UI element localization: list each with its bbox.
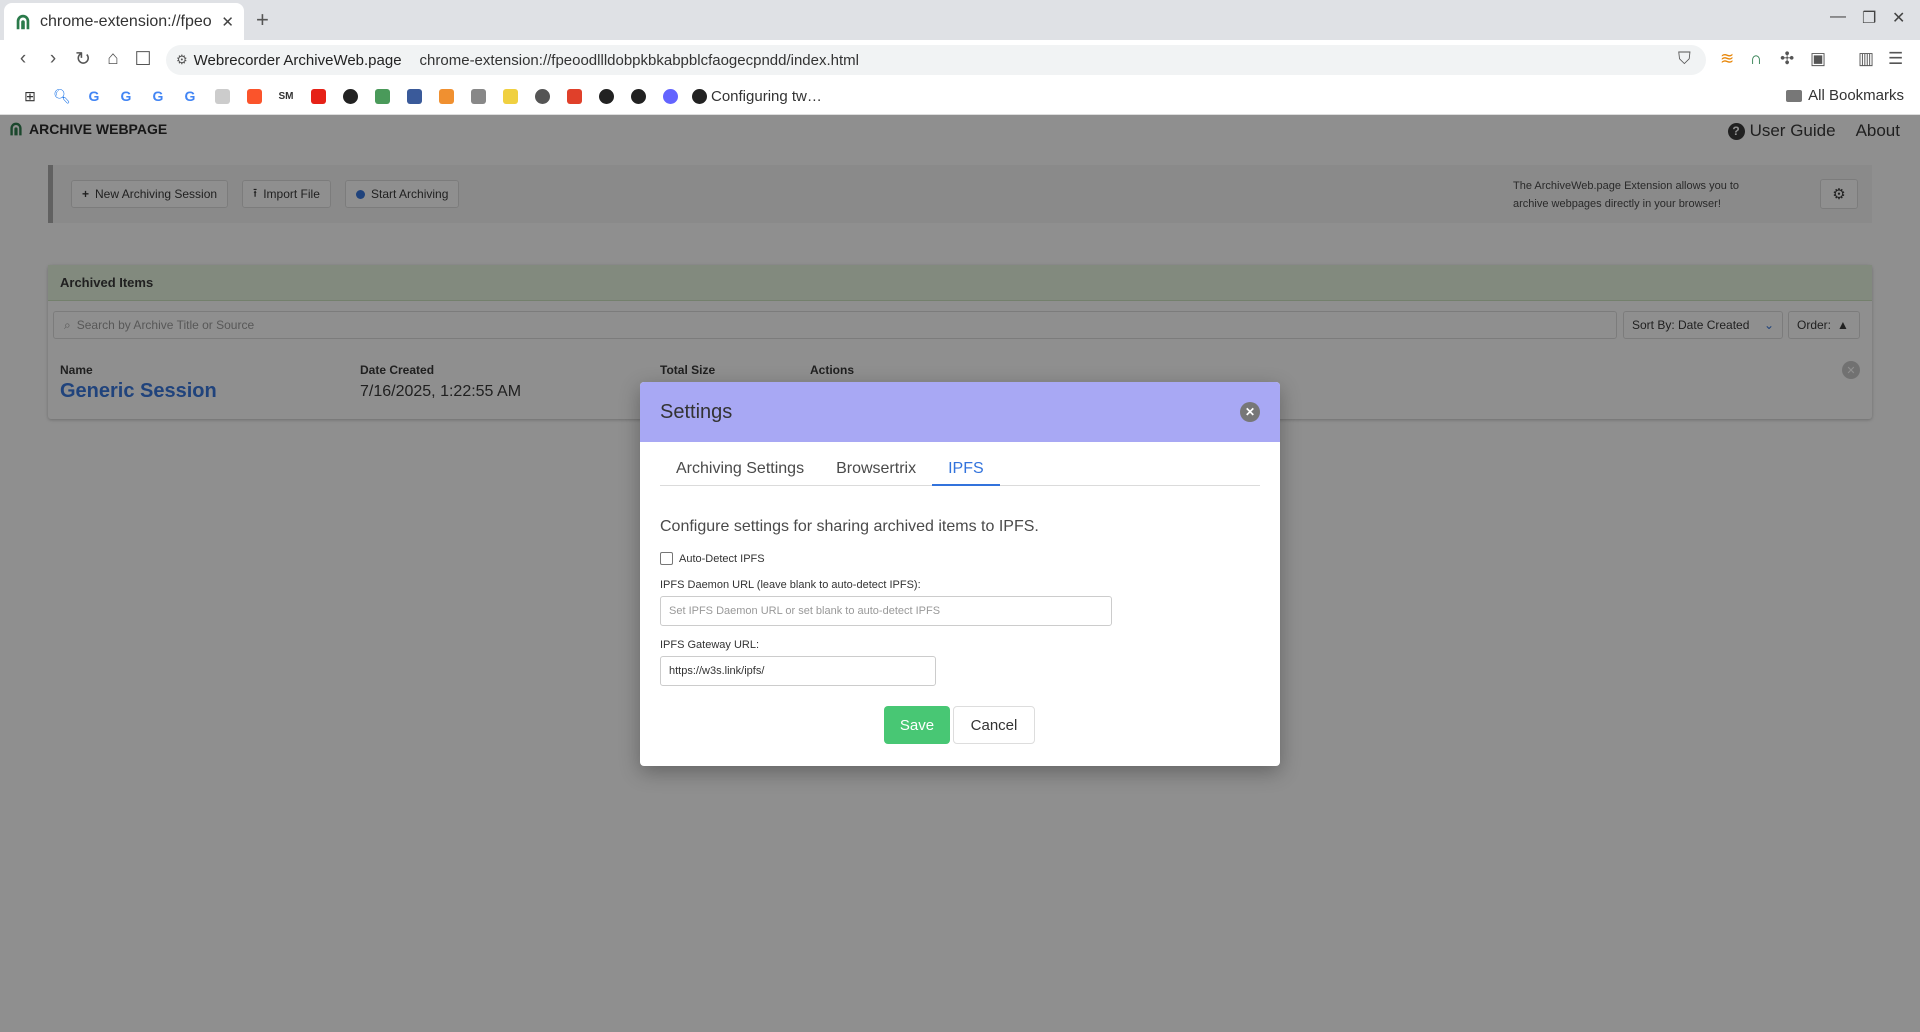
extension-site-icon: ⚙: [176, 52, 188, 67]
cancel-button[interactable]: Cancel: [953, 706, 1035, 744]
bookmark-doc-icon[interactable]: [206, 86, 238, 106]
bookmark-bot-icon[interactable]: [366, 86, 398, 106]
bookmark-google-icon[interactable]: G: [78, 86, 110, 106]
rss-icon[interactable]: ≋: [1720, 49, 1734, 69]
close-tab-icon[interactable]: ✕: [221, 13, 234, 31]
modal-header: Settings ✕: [640, 382, 1280, 442]
back-icon[interactable]: ‹: [8, 48, 38, 70]
auto-detect-label[interactable]: Auto-Detect IPFS: [679, 553, 765, 565]
apps-grid-icon[interactable]: ⊞: [14, 86, 46, 106]
daemon-url-label: IPFS Daemon URL (leave blank to auto-det…: [660, 579, 921, 591]
archiveweb-extension-icon[interactable]: ∩: [1750, 49, 1762, 69]
address-bar[interactable]: ⚙ Webrecorder ArchiveWeb.page chrome-ext…: [166, 45, 1706, 75]
bookmark-sm-icon[interactable]: SM: [270, 86, 302, 106]
close-icon[interactable]: ✕: [1240, 402, 1260, 422]
wallet-icon[interactable]: ▣: [1810, 49, 1826, 69]
bookmark-globe-icon[interactable]: [622, 86, 654, 106]
forward-icon[interactable]: ›: [38, 48, 68, 70]
extensions-icon[interactable]: ✣: [1780, 49, 1794, 69]
home-icon[interactable]: ⌂: [98, 48, 128, 70]
bookmark-orange-icon[interactable]: [430, 86, 462, 106]
auto-detect-row: Auto-Detect IPFS: [660, 552, 765, 565]
bookmark-brave-icon[interactable]: [238, 86, 270, 106]
bookmark-google-icon[interactable]: G: [174, 86, 206, 106]
sidebar-icon[interactable]: ▥: [1858, 49, 1874, 69]
folder-icon: [1786, 89, 1803, 102]
menu-icon[interactable]: ☰: [1888, 49, 1903, 69]
bookmark-google-icon[interactable]: G: [110, 86, 142, 106]
minimize-icon[interactable]: —: [1830, 8, 1846, 26]
browser-tabstrip: chrome-extension://fpeo ✕ + — ❐ ✕: [0, 0, 1920, 40]
omnibox-url: chrome-extension://fpeoodllldobpkbkabpbl…: [419, 51, 859, 69]
bookmark-github-icon[interactable]: Configuring tw…: [692, 86, 822, 106]
bookmark-yellow-icon[interactable]: [494, 86, 526, 106]
bookmark-youtube-icon[interactable]: [302, 86, 334, 106]
tab-archiving-settings[interactable]: Archiving Settings: [660, 460, 820, 486]
window-close-icon[interactable]: ✕: [1892, 8, 1905, 28]
bookmark-chart-icon[interactable]: [558, 86, 590, 106]
tab-title: chrome-extension://fpeo: [40, 12, 212, 30]
ipfs-description: Configure settings for sharing archived …: [660, 518, 1039, 535]
browser-tab[interactable]: chrome-extension://fpeo ✕: [4, 3, 244, 40]
bookmark-news-icon[interactable]: [398, 86, 430, 106]
bookmark-grid-icon[interactable]: [462, 86, 494, 106]
restore-icon[interactable]: ❐: [1862, 8, 1876, 28]
omnibox-site-name: Webrecorder ArchiveWeb.page: [193, 51, 402, 69]
modal-title: Settings: [660, 400, 733, 423]
tab-browsertrix[interactable]: Browsertrix: [820, 460, 932, 486]
bookmarks-bar: ⊞ 🔍︎ G G G G SM Configuring tw… All Book…: [0, 78, 1920, 115]
bookmark-mastodon-icon[interactable]: [654, 86, 686, 106]
settings-modal: Settings ✕ Archiving Settings Browsertri…: [640, 382, 1280, 766]
all-bookmarks-label: All Bookmarks: [1808, 87, 1904, 104]
save-button[interactable]: Save: [884, 706, 950, 744]
settings-tabs: Archiving Settings Browsertrix IPFS: [660, 460, 1260, 486]
new-tab-button[interactable]: +: [256, 7, 269, 33]
archiveweb-logo-icon: [16, 14, 30, 29]
auto-detect-checkbox[interactable]: [660, 552, 673, 565]
bookmark-steam-icon[interactable]: [526, 86, 558, 106]
bookmark-search-icon[interactable]: 🔍︎: [46, 86, 78, 106]
reload-icon[interactable]: ↻: [68, 48, 98, 71]
browser-toolbar: ‹ › ↻ ⌂ ☐ ⚙ Webrecorder ArchiveWeb.page …: [0, 40, 1920, 78]
daemon-url-input[interactable]: Set IPFS Daemon URL or set blank to auto…: [660, 596, 1112, 626]
bookmark-label: Configuring tw…: [711, 87, 822, 105]
bookmark-openai-icon[interactable]: [334, 86, 366, 106]
bookmark-icon[interactable]: ☐: [128, 48, 158, 71]
all-bookmarks-button[interactable]: All Bookmarks: [1786, 87, 1904, 104]
bookmark-google-icon[interactable]: G: [142, 86, 174, 106]
tab-ipfs[interactable]: IPFS: [932, 460, 1000, 486]
bookmark-globe-icon[interactable]: [590, 86, 622, 106]
gateway-url-label: IPFS Gateway URL:: [660, 639, 760, 651]
brave-shield-icon[interactable]: ⛉: [1678, 49, 1691, 69]
gateway-url-input[interactable]: https://w3s.link/ipfs/: [660, 656, 936, 686]
